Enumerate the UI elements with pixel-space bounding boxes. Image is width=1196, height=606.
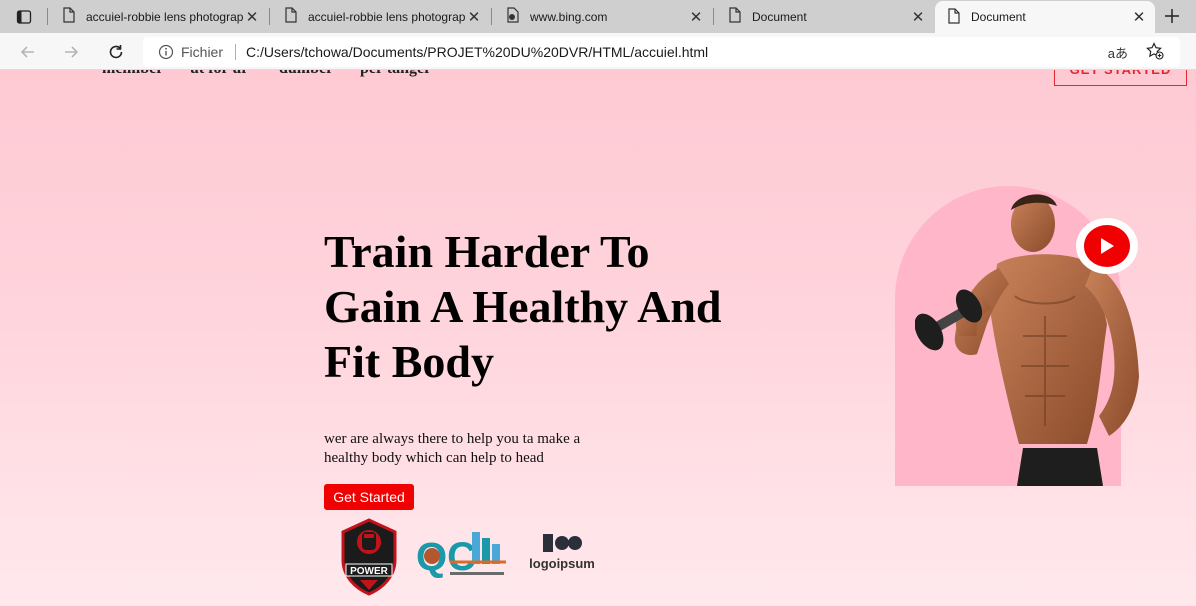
close-icon[interactable]: ✕ xyxy=(244,9,260,26)
refresh-icon[interactable] xyxy=(104,40,128,64)
read-aloud-icon[interactable]: aあ xyxy=(1108,43,1128,62)
power-logo-text: POWER xyxy=(350,566,389,577)
page-icon xyxy=(728,7,742,26)
page-icon xyxy=(62,7,76,26)
hero-description: wer are always there to help you ta make… xyxy=(324,431,581,466)
hero-image xyxy=(895,186,1178,486)
close-icon[interactable]: ✕ xyxy=(688,9,704,26)
url-text[interactable]: C:/Users/tchowa/Documents/PROJET%20DU%20… xyxy=(246,44,708,60)
tab-separator xyxy=(269,8,270,25)
tab-5-active[interactable]: Document ✕ xyxy=(935,1,1155,33)
tab-actions-icon[interactable] xyxy=(10,6,38,28)
tab-1[interactable]: accuiel-robbie lens photography ✕ xyxy=(50,0,268,33)
page-icon xyxy=(947,7,961,27)
hero-title: Train Harder To Gain A Healthy And Fit B… xyxy=(324,226,722,387)
tab-separator xyxy=(491,8,492,25)
close-icon[interactable]: ✕ xyxy=(466,9,482,26)
tab-title: Document xyxy=(971,10,1026,24)
play-video-button[interactable] xyxy=(1076,218,1138,274)
scheme-label: Fichier xyxy=(181,44,224,60)
logoipsum-text: logoipsum xyxy=(529,556,595,571)
bodybuilder-image xyxy=(915,194,1139,486)
tab-2[interactable]: accuiel-robbie lens photography ✕ xyxy=(272,0,490,33)
power-logo: POWER xyxy=(338,518,400,596)
divider xyxy=(235,44,237,60)
info-icon[interactable] xyxy=(157,43,175,61)
close-icon[interactable]: ✕ xyxy=(1131,9,1147,26)
back-icon[interactable] xyxy=(16,40,40,64)
page-icon xyxy=(506,7,520,26)
favorite-add-icon[interactable] xyxy=(1146,42,1164,63)
nav-link[interactable]: dumber xyxy=(279,70,333,78)
get-started-button[interactable]: Get Started xyxy=(324,484,414,510)
tab-title: www.bing.com xyxy=(530,9,608,24)
tab-strip: accuiel-robbie lens photography ✕ accuie… xyxy=(0,0,1196,33)
address-toolbar: Fichier C:/Users/tchowa/Documents/PROJET… xyxy=(0,33,1196,88)
nav-link[interactable]: ut for ur xyxy=(190,70,248,78)
tab-4[interactable]: Document ✕ xyxy=(716,0,934,33)
partner-logos: POWER QC logoipsum xyxy=(338,517,595,597)
qc-logo: QC xyxy=(414,524,508,590)
logoipsum-logo: logoipsum xyxy=(529,532,595,582)
tab-title: accuiel-robbie lens photography xyxy=(308,9,466,24)
nav-link[interactable]: per tanger xyxy=(360,70,431,78)
play-icon xyxy=(1084,225,1130,267)
tab-title: Document xyxy=(752,9,807,24)
forward-icon[interactable] xyxy=(59,40,83,64)
tab-separator xyxy=(713,8,714,25)
nav-get-started-button[interactable]: GET STARTED xyxy=(1054,70,1187,86)
webpage: meimber ut for ur dumber per tanger GET … xyxy=(0,70,1196,606)
tab-title: accuiel-robbie lens photography xyxy=(86,9,244,24)
nav-link[interactable]: meimber xyxy=(102,70,163,78)
tab-separator xyxy=(47,8,48,25)
new-tab-icon[interactable] xyxy=(1160,5,1184,27)
close-icon[interactable]: ✕ xyxy=(910,9,926,26)
page-icon xyxy=(284,7,298,26)
address-bar[interactable]: Fichier C:/Users/tchowa/Documents/PROJET… xyxy=(143,37,1180,67)
tab-3[interactable]: www.bing.com ✕ xyxy=(494,0,712,33)
